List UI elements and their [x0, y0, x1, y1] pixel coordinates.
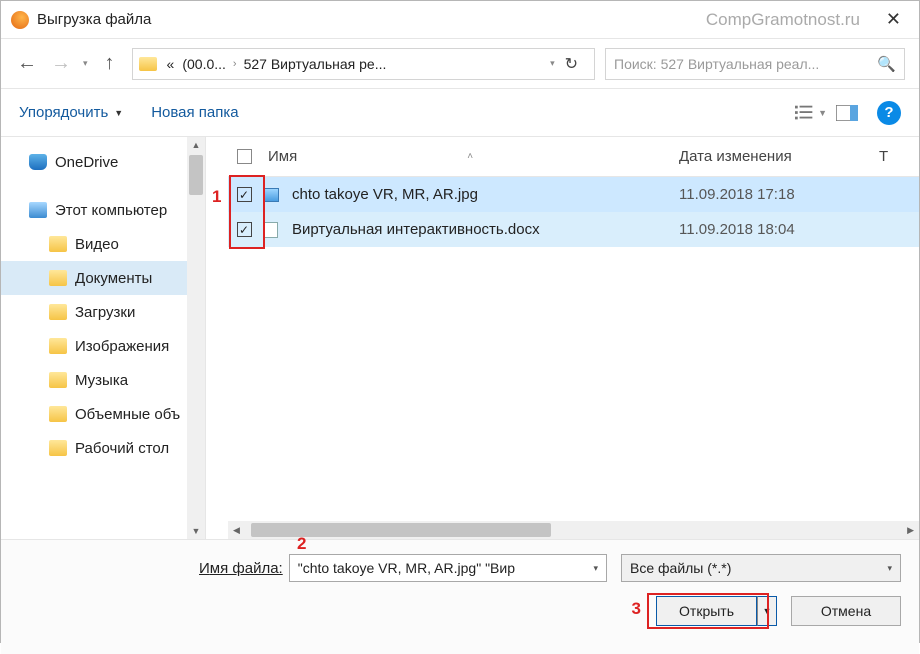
image-file-icon	[260, 188, 282, 202]
file-list-pane: Имя ˄ Дата изменения Т 1 ✓chto takoye VR…	[228, 137, 919, 539]
sidebar-item-label: Этот компьютер	[55, 202, 167, 219]
forward-button[interactable]: →	[49, 52, 73, 76]
back-button[interactable]: ←	[15, 52, 39, 76]
toolbar: Упорядочить ▼ Новая папка ▼ ?	[1, 89, 919, 137]
horizontal-scrollbar[interactable]: ◀ ▶	[228, 521, 919, 539]
sidebar-item-label: Загрузки	[75, 304, 135, 321]
sidebar-item-label: Документы	[75, 270, 152, 287]
body: OneDrive Этот компьютер Видео Документы Загр…	[1, 137, 919, 539]
folder-icon	[49, 236, 67, 252]
sidebar-item-label: Видео	[75, 236, 119, 253]
sidebar-item-label: Музыка	[75, 372, 128, 389]
file-date: 11.09.2018 17:18	[679, 186, 879, 203]
column-headers: Имя ˄ Дата изменения Т	[228, 137, 919, 177]
search-input[interactable]: Поиск: 527 Виртуальная реал... 🔍	[605, 48, 905, 80]
annotation-number: 1	[212, 187, 221, 207]
folder-tree: OneDrive Этот компьютер Видео Документы Загр…	[1, 145, 205, 465]
chevron-down-icon[interactable]: ▾	[593, 563, 598, 574]
sidebar-item-label: Рабочий стол	[75, 440, 169, 457]
sidebar-item[interactable]: Изображения	[1, 329, 205, 363]
close-button[interactable]: ✕	[878, 5, 909, 34]
scroll-down-icon[interactable]: ▼	[192, 523, 201, 539]
help-button[interactable]: ?	[877, 101, 901, 125]
filetype-select[interactable]: Все файлы (*.*) ▾	[621, 554, 901, 582]
history-dropdown[interactable]: ▾	[83, 58, 88, 69]
select-all-checkbox[interactable]	[228, 149, 260, 164]
up-button[interactable]: ↑	[98, 52, 122, 76]
new-folder-button[interactable]: Новая папка	[151, 104, 238, 121]
sidebar-item[interactable]: Видео	[1, 227, 205, 261]
preview-pane-button[interactable]	[831, 99, 863, 127]
scroll-thumb[interactable]	[251, 523, 551, 537]
file-row[interactable]: ✓ chto takoye VR, MR, AR.jpg11.09.2018 17…	[228, 177, 919, 212]
folder-icon	[49, 372, 67, 388]
sidebar-item[interactable]: Этот компьютер	[1, 193, 205, 227]
titlebar: Выгрузка файла CompGramotnost.ru ✕	[1, 1, 919, 39]
sort-indicator-icon: ˄	[467, 151, 473, 162]
bottom-panel: 2 Имя файла: "chto takoye VR, MR, AR.jpg…	[1, 539, 919, 654]
search-icon: 🔍	[877, 55, 896, 73]
sidebar-scrollbar[interactable]: ▲ ▼	[187, 137, 205, 539]
file-name: Виртуальная интерактивность.docx	[282, 221, 679, 238]
folder-icon	[49, 270, 67, 286]
file-row[interactable]: ✓ Виртуальная интерактивность.docx11.09.2…	[228, 212, 919, 247]
breadcrumb[interactable]: « (00.0... › 527 Виртуальная ре... ▾ ↻	[132, 48, 595, 80]
cancel-button[interactable]: Отмена	[791, 596, 901, 626]
column-date-header[interactable]: Дата изменения	[679, 148, 879, 165]
filename-input[interactable]: "chto takoye VR, MR, AR.jpg" "Вир ▾	[289, 554, 607, 582]
scroll-right-icon[interactable]: ▶	[902, 525, 919, 536]
column-name-header[interactable]: Имя ˄	[260, 148, 679, 165]
nav-row: ← → ▾ ↑ « (00.0... › 527 Виртуальная ре.…	[1, 39, 919, 89]
sidebar-item-label: Изображения	[75, 338, 169, 355]
path-sep: «	[163, 56, 179, 72]
firefox-icon	[11, 11, 29, 29]
sidebar-item[interactable]: Музыка	[1, 363, 205, 397]
scroll-up-icon[interactable]: ▲	[192, 137, 201, 153]
onedrive-icon	[29, 154, 47, 170]
chevron-right-icon: ›	[230, 58, 240, 70]
doc-file-icon	[260, 222, 282, 238]
view-options-button[interactable]: ▼	[795, 99, 827, 127]
pc-icon	[29, 202, 47, 218]
row-checkbox[interactable]: ✓	[228, 187, 260, 202]
path-segment[interactable]: (00.0...	[178, 56, 230, 72]
file-name: chto takoye VR, MR, AR.jpg	[282, 186, 679, 203]
search-placeholder: Поиск: 527 Виртуальная реал...	[614, 56, 871, 72]
open-dropdown[interactable]: ▼	[757, 596, 777, 626]
column-type-header[interactable]: Т	[879, 148, 899, 165]
annotation-number: 3	[632, 599, 641, 619]
folder-icon	[49, 338, 67, 354]
open-button[interactable]: Открыть	[656, 596, 757, 626]
scroll-left-icon[interactable]: ◀	[228, 525, 245, 536]
chevron-down-icon: ▼	[114, 108, 123, 118]
organize-menu[interactable]: Упорядочить ▼	[19, 104, 123, 121]
sidebar-item[interactable]: Загрузки	[1, 295, 205, 329]
sidebar-item-label: Объемные объ	[75, 406, 180, 423]
scroll-thumb[interactable]	[189, 155, 203, 195]
annotation-number: 2	[297, 534, 306, 554]
file-rows: 1 ✓chto takoye VR, MR, AR.jpg11.09.2018 …	[228, 177, 919, 247]
folder-icon	[139, 57, 157, 71]
watermark: CompGramotnost.ru	[706, 10, 860, 30]
sidebar: OneDrive Этот компьютер Видео Документы Загр…	[1, 137, 206, 539]
sidebar-item[interactable]: Документы	[1, 261, 205, 295]
filename-label: Имя файла:	[199, 560, 283, 577]
path-segment[interactable]: 527 Виртуальная ре...	[240, 56, 391, 72]
sidebar-item[interactable]: OneDrive	[1, 145, 205, 179]
sidebar-item[interactable]: Объемные объ	[1, 397, 205, 431]
window-title: Выгрузка файла	[37, 11, 151, 28]
folder-icon	[49, 440, 67, 456]
sidebar-item[interactable]: Рабочий стол	[1, 431, 205, 465]
file-date: 11.09.2018 18:04	[679, 221, 879, 238]
refresh-button[interactable]: ↻	[555, 54, 588, 74]
open-button-group: Открыть ▼	[656, 596, 777, 626]
folder-icon	[49, 304, 67, 320]
folder-icon	[49, 406, 67, 422]
chevron-down-icon[interactable]: ▾	[887, 563, 892, 574]
row-checkbox[interactable]: ✓	[228, 222, 260, 237]
sidebar-item-label: OneDrive	[55, 154, 118, 171]
